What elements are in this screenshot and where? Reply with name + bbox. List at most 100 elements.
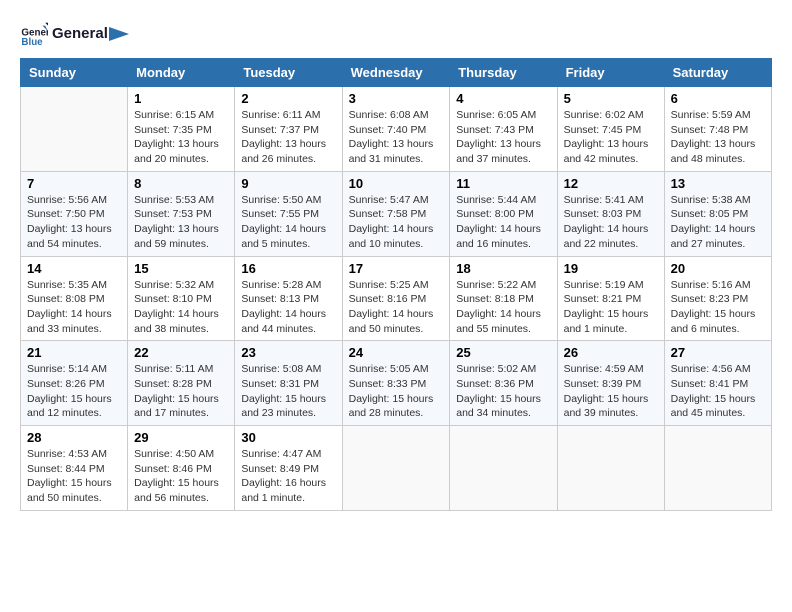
day-number: 6 [671, 91, 765, 106]
day-number: 29 [134, 430, 228, 445]
day-info: Sunrise: 5:25 AM Sunset: 8:16 PM Dayligh… [349, 278, 444, 337]
day-number: 25 [456, 345, 550, 360]
day-info: Sunrise: 5:47 AM Sunset: 7:58 PM Dayligh… [349, 193, 444, 252]
logo-line1: General [52, 26, 129, 43]
calendar-week-row: 7Sunrise: 5:56 AM Sunset: 7:50 PM Daylig… [21, 171, 772, 256]
calendar-cell: 1Sunrise: 6:15 AM Sunset: 7:35 PM Daylig… [128, 87, 235, 172]
calendar-cell: 19 Sunrise: 5:19 AM Sunset: 8:21 PM Dayli… [557, 256, 664, 341]
calendar-cell [450, 426, 557, 511]
calendar-header-row: Sunday Monday Tuesday Wednesday Thursday… [21, 59, 772, 87]
day-info: Sunrise: 5:14 AM Sunset: 8:26 PM Dayligh… [27, 362, 121, 421]
day-info: Sunrise: 5:19 AM Sunset: 8:21 PM Dayligh… [564, 278, 658, 337]
calendar-cell: 28 Sunrise: 4:53 AM Sunset: 8:44 PM Dayli… [21, 426, 128, 511]
calendar-cell: 30 Sunrise: 4:47 AM Sunset: 8:49 PM Dayli… [235, 426, 342, 511]
calendar-cell: 27 Sunrise: 4:56 AM Sunset: 8:41 PM Dayli… [664, 341, 771, 426]
calendar-week-row: 14 Sunrise: 5:35 AM Sunset: 8:08 PM Dayli… [21, 256, 772, 341]
calendar-cell: 4 Sunrise: 6:05 AM Sunset: 7:43 PM Daylig… [450, 87, 557, 172]
day-number: 2 [241, 91, 335, 106]
day-info: Sunrise: 6:11 AM Sunset: 7:37 PM Dayligh… [241, 108, 335, 167]
day-info: Sunrise: 5:50 AM Sunset: 7:55 PM Dayligh… [241, 193, 335, 252]
calendar-cell [557, 426, 664, 511]
col-thursday: Thursday [450, 59, 557, 87]
day-number: 4 [456, 91, 550, 106]
calendar-table: Sunday Monday Tuesday Wednesday Thursday… [20, 58, 772, 511]
day-number: 9 [241, 176, 335, 191]
calendar-week-row: 1Sunrise: 6:15 AM Sunset: 7:35 PM Daylig… [21, 87, 772, 172]
day-info: Sunrise: 5:08 AM Sunset: 8:31 PM Dayligh… [241, 362, 335, 421]
calendar-cell [664, 426, 771, 511]
day-number: 18 [456, 261, 550, 276]
col-saturday: Saturday [664, 59, 771, 87]
day-number: 14 [27, 261, 121, 276]
col-friday: Friday [557, 59, 664, 87]
calendar-week-row: 28 Sunrise: 4:53 AM Sunset: 8:44 PM Dayli… [21, 426, 772, 511]
day-info: Sunrise: 5:28 AM Sunset: 8:13 PM Dayligh… [241, 278, 335, 337]
svg-text:Blue: Blue [21, 37, 43, 48]
calendar-cell: 13 Sunrise: 5:38 AM Sunset: 8:05 PM Dayli… [664, 171, 771, 256]
day-info: Sunrise: 6:05 AM Sunset: 7:43 PM Dayligh… [456, 108, 550, 167]
day-info: Sunrise: 4:59 AM Sunset: 8:39 PM Dayligh… [564, 362, 658, 421]
calendar-cell: 16Sunrise: 5:28 AM Sunset: 8:13 PM Dayli… [235, 256, 342, 341]
day-info: Sunrise: 6:02 AM Sunset: 7:45 PM Dayligh… [564, 108, 658, 167]
day-number: 23 [241, 345, 335, 360]
day-info: Sunrise: 5:05 AM Sunset: 8:33 PM Dayligh… [349, 362, 444, 421]
day-number: 17 [349, 261, 444, 276]
col-monday: Monday [128, 59, 235, 87]
logo-arrow-icon [109, 27, 129, 41]
calendar-cell: 24 Sunrise: 5:05 AM Sunset: 8:33 PM Dayli… [342, 341, 450, 426]
calendar-cell: 17 Sunrise: 5:25 AM Sunset: 8:16 PM Dayli… [342, 256, 450, 341]
calendar-cell [21, 87, 128, 172]
day-info: Sunrise: 5:22 AM Sunset: 8:18 PM Dayligh… [456, 278, 550, 337]
day-number: 28 [27, 430, 121, 445]
logo-icon: General Blue [20, 20, 48, 48]
day-number: 10 [349, 176, 444, 191]
day-number: 8 [134, 176, 228, 191]
day-number: 12 [564, 176, 658, 191]
col-tuesday: Tuesday [235, 59, 342, 87]
day-info: Sunrise: 5:41 AM Sunset: 8:03 PM Dayligh… [564, 193, 658, 252]
calendar-cell: 7Sunrise: 5:56 AM Sunset: 7:50 PM Daylig… [21, 171, 128, 256]
day-info: Sunrise: 4:47 AM Sunset: 8:49 PM Dayligh… [241, 447, 335, 506]
day-info: Sunrise: 4:56 AM Sunset: 8:41 PM Dayligh… [671, 362, 765, 421]
day-info: Sunrise: 5:16 AM Sunset: 8:23 PM Dayligh… [671, 278, 765, 337]
calendar-cell: 22 Sunrise: 5:11 AM Sunset: 8:28 PM Dayli… [128, 341, 235, 426]
day-info: Sunrise: 6:15 AM Sunset: 7:35 PM Dayligh… [134, 108, 228, 167]
calendar-cell: 15Sunrise: 5:32 AM Sunset: 8:10 PM Dayli… [128, 256, 235, 341]
day-info: Sunrise: 5:35 AM Sunset: 8:08 PM Dayligh… [27, 278, 121, 337]
day-number: 21 [27, 345, 121, 360]
day-info: Sunrise: 5:11 AM Sunset: 8:28 PM Dayligh… [134, 362, 228, 421]
calendar-cell: 21 Sunrise: 5:14 AM Sunset: 8:26 PM Dayli… [21, 341, 128, 426]
col-sunday: Sunday [21, 59, 128, 87]
calendar-cell: 18 Sunrise: 5:22 AM Sunset: 8:18 PM Dayli… [450, 256, 557, 341]
day-info: Sunrise: 4:53 AM Sunset: 8:44 PM Dayligh… [27, 447, 121, 506]
calendar-cell: 20 Sunrise: 5:16 AM Sunset: 8:23 PM Dayli… [664, 256, 771, 341]
day-number: 13 [671, 176, 765, 191]
day-number: 24 [349, 345, 444, 360]
calendar-cell: 8 Sunrise: 5:53 AM Sunset: 7:53 PM Daylig… [128, 171, 235, 256]
day-info: Sunrise: 5:38 AM Sunset: 8:05 PM Dayligh… [671, 193, 765, 252]
day-info: Sunrise: 5:59 AM Sunset: 7:48 PM Dayligh… [671, 108, 765, 167]
day-number: 27 [671, 345, 765, 360]
col-wednesday: Wednesday [342, 59, 450, 87]
logo: General Blue General [20, 20, 129, 48]
calendar-cell: 14 Sunrise: 5:35 AM Sunset: 8:08 PM Dayli… [21, 256, 128, 341]
day-info: Sunrise: 4:50 AM Sunset: 8:46 PM Dayligh… [134, 447, 228, 506]
day-number: 5 [564, 91, 658, 106]
day-number: 19 [564, 261, 658, 276]
calendar-cell: 26 Sunrise: 4:59 AM Sunset: 8:39 PM Dayli… [557, 341, 664, 426]
calendar-cell: 23 Sunrise: 5:08 AM Sunset: 8:31 PM Dayli… [235, 341, 342, 426]
day-number: 22 [134, 345, 228, 360]
day-number: 3 [349, 91, 444, 106]
day-info: Sunrise: 5:53 AM Sunset: 7:53 PM Dayligh… [134, 193, 228, 252]
calendar-cell: 12 Sunrise: 5:41 AM Sunset: 8:03 PM Dayli… [557, 171, 664, 256]
day-number: 26 [564, 345, 658, 360]
page-header: General Blue General [20, 20, 772, 48]
day-number: 30 [241, 430, 335, 445]
day-number: 15 [134, 261, 228, 276]
calendar-cell: 2 Sunrise: 6:11 AM Sunset: 7:37 PM Daylig… [235, 87, 342, 172]
calendar-cell [342, 426, 450, 511]
day-info: Sunrise: 5:02 AM Sunset: 8:36 PM Dayligh… [456, 362, 550, 421]
day-number: 20 [671, 261, 765, 276]
day-info: Sunrise: 6:08 AM Sunset: 7:40 PM Dayligh… [349, 108, 444, 167]
calendar-cell: 9 Sunrise: 5:50 AM Sunset: 7:55 PM Daylig… [235, 171, 342, 256]
